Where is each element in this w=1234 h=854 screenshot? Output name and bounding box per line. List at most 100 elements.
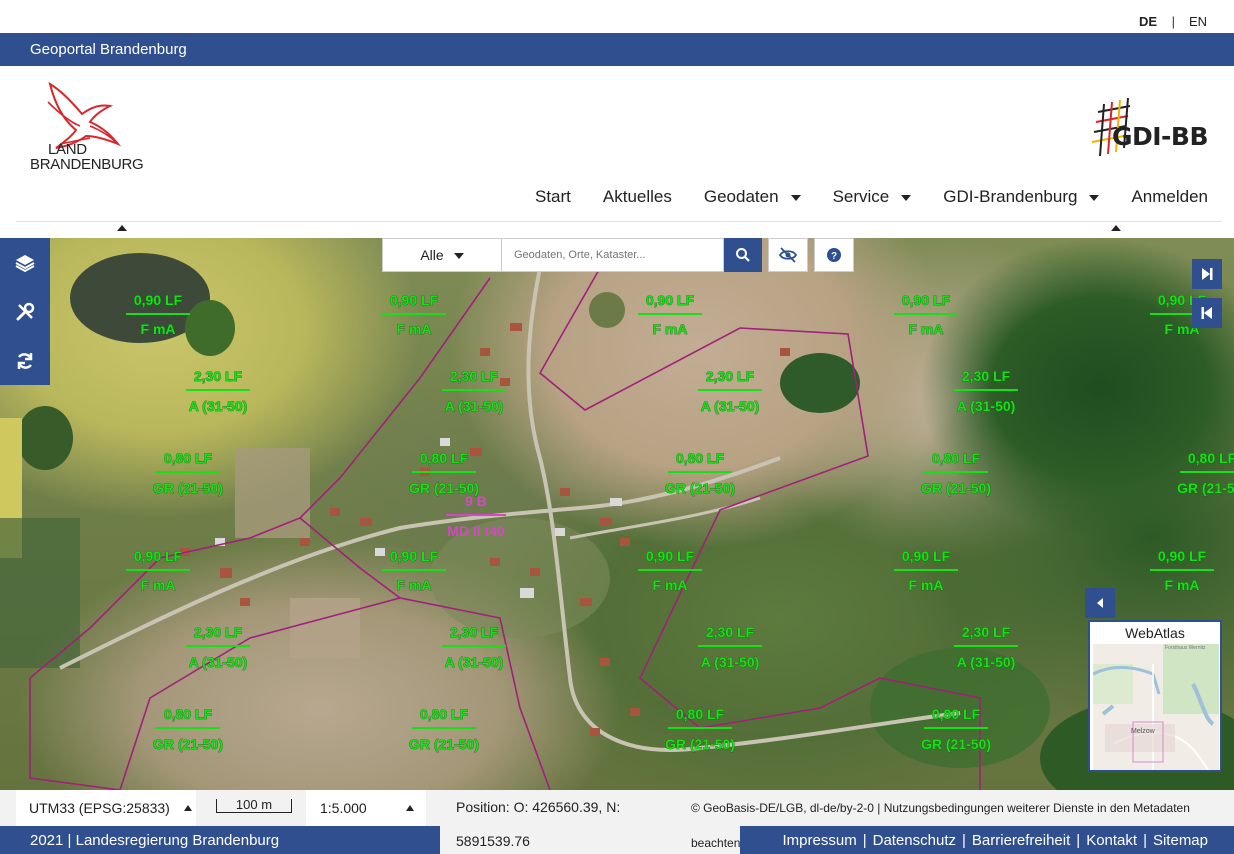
help-icon: ? xyxy=(827,248,841,262)
overview-toggle-button[interactable] xyxy=(1085,588,1115,618)
label-lf: 2,30 LF xyxy=(450,368,499,384)
nav-geodaten[interactable]: Geodaten xyxy=(688,186,817,208)
search-button[interactable] xyxy=(724,238,762,272)
gdi-bb-logo-text: GDI-BB xyxy=(1111,122,1209,151)
label-class: GR (21-50) xyxy=(665,736,735,752)
nav-gdi-label: GDI-Brandenburg xyxy=(943,187,1078,206)
map-search: Alle ? xyxy=(382,238,854,272)
footer-link-sitemap[interactable]: Sitemap xyxy=(1153,832,1208,849)
parcel-number-label: 9 B xyxy=(465,493,487,509)
label-lf: 2,30 LF xyxy=(962,624,1011,640)
search-scope-value: Alle xyxy=(420,247,444,263)
scale-bar: 100 m xyxy=(216,798,292,813)
nav-service[interactable]: Service xyxy=(817,186,928,208)
nav-aktuelles-label: Aktuelles xyxy=(602,187,672,206)
label-class: A (31-50) xyxy=(189,398,248,414)
field-patch xyxy=(235,448,310,538)
logo-line1: LAND xyxy=(48,141,87,158)
lang-de-link[interactable]: DE xyxy=(1139,14,1157,29)
collapse-panel-button[interactable] xyxy=(1192,298,1222,328)
header-divider xyxy=(16,221,1222,222)
search-icon xyxy=(736,248,750,262)
scale-select[interactable]: 1:5.000 xyxy=(306,790,426,826)
overview-place-label-forsthaus: Forsthaus Wernitz xyxy=(1165,645,1206,651)
label-class: A (31-50) xyxy=(445,654,504,670)
footer-links: Impressum | Datenschutz | Barrierefreihe… xyxy=(783,832,1208,849)
nav-anmelden[interactable]: Anmelden xyxy=(1115,186,1208,208)
refresh-button[interactable] xyxy=(0,336,50,385)
nav-anmelden-label: Anmelden xyxy=(1131,187,1208,206)
title-bar: Geoportal Brandenburg xyxy=(0,33,1234,66)
search-scope-select[interactable]: Alle xyxy=(382,238,502,272)
label-class: F mA xyxy=(909,321,944,337)
language-bar: DE | EN xyxy=(0,0,1234,33)
label-class: F mA xyxy=(653,321,688,337)
label-lf: 0,90 LF xyxy=(134,292,183,308)
label-class: GR (21-50) xyxy=(921,736,991,752)
overview-map[interactable]: WebAtlas Forsthaus Wernitz Melzow xyxy=(1088,620,1222,772)
footer-separator: | xyxy=(1143,832,1147,849)
footer-separator: | xyxy=(962,832,966,849)
brandenburg-logo-text: LAND BRANDENBURG xyxy=(30,141,144,172)
nav-aktuelles[interactable]: Aktuelles xyxy=(587,186,688,208)
label-lf: 0,80 LF xyxy=(1188,450,1234,466)
footer-link-datenschutz[interactable]: Datenschutz xyxy=(873,832,956,849)
label-class: A (31-50) xyxy=(189,654,248,670)
label-class: GR (21-50) xyxy=(153,736,223,752)
lang-en-link[interactable]: EN xyxy=(1189,14,1207,29)
nav-service-label: Service xyxy=(832,187,890,206)
label-lf: 0,80 LF xyxy=(932,450,981,466)
hide-search-button[interactable] xyxy=(768,238,808,272)
overview-map-canvas[interactable]: Forsthaus Wernitz Melzow xyxy=(1093,644,1219,770)
label-lf: 2,30 LF xyxy=(450,624,499,640)
tree-group xyxy=(17,406,73,470)
position-readout: Position: O: 426560.39, N: xyxy=(456,799,621,815)
help-button[interactable]: ? xyxy=(814,238,854,272)
chevron-up-icon xyxy=(406,805,414,811)
footer-link-barrierefreiheit[interactable]: Barrierefreiheit xyxy=(972,832,1070,849)
field-patch xyxy=(290,598,360,658)
expand-panel-button[interactable] xyxy=(1192,259,1222,289)
chevron-down-icon xyxy=(1089,195,1100,201)
nav-start[interactable]: Start xyxy=(519,186,587,208)
copyright-text: © GeoBasis-DE/LGB, dl-de/by-2-0 | Nutzun… xyxy=(691,801,1190,815)
label-lf: 2,30 LF xyxy=(194,624,243,640)
map-overlay: 0,90 LF F mA 0,90 LF F mA 0,90 LF F mA 0… xyxy=(0,253,1234,790)
eye-slash-icon xyxy=(778,247,798,263)
tree-group xyxy=(780,353,860,413)
map-canvas[interactable]: 0,90 LF F mA 0,90 LF F mA 0,90 LF F mA 0… xyxy=(0,238,1234,790)
copyright-text-continued: beachten xyxy=(691,836,741,850)
tools-button[interactable] xyxy=(0,287,50,336)
label-class: GR (21-50) xyxy=(665,480,735,496)
nav-start-label: Start xyxy=(534,187,571,206)
layers-button[interactable] xyxy=(0,238,50,287)
header: LAND BRANDENBURG GDI-BB Start Aktuelles … xyxy=(0,66,1234,238)
label-lf: 0,90 LF xyxy=(134,548,183,564)
label-class: F mA xyxy=(141,577,176,593)
label-lf: 0,80 LF xyxy=(932,706,981,722)
label-lf: 0,90 LF xyxy=(902,548,951,564)
label-lf: 0,80 LF xyxy=(676,450,725,466)
label-class: A (31-50) xyxy=(445,398,504,414)
crs-select[interactable]: UTM33 (EPSG:25833) xyxy=(16,790,196,826)
footer-link-kontakt[interactable]: Kontakt xyxy=(1086,832,1137,849)
search-input[interactable] xyxy=(502,238,724,272)
chevron-down-icon xyxy=(453,253,464,259)
collapse-header-right-icon[interactable] xyxy=(1111,225,1121,231)
crs-value: UTM33 (EPSG:25833) xyxy=(29,800,170,816)
label-lf: 0,90 LF xyxy=(646,292,695,308)
label-class: F mA xyxy=(141,321,176,337)
label-class: A (31-50) xyxy=(701,398,760,414)
tree-group xyxy=(185,300,235,356)
svg-text:?: ? xyxy=(831,251,837,262)
label-class: GR (21-50) xyxy=(1177,480,1234,496)
nav-gdi-brandenburg[interactable]: GDI-Brandenburg xyxy=(927,186,1115,208)
footer-link-impressum[interactable]: Impressum xyxy=(783,832,857,849)
label-class: A (31-50) xyxy=(957,398,1016,414)
label-class: F mA xyxy=(909,577,944,593)
label-lf: 2,30 LF xyxy=(706,624,755,640)
label-lf: 0,80 LF xyxy=(420,706,469,722)
label-class: GR (21-50) xyxy=(921,480,991,496)
label-lf: 0,80 LF xyxy=(164,450,213,466)
collapse-header-left-icon[interactable] xyxy=(117,225,127,231)
